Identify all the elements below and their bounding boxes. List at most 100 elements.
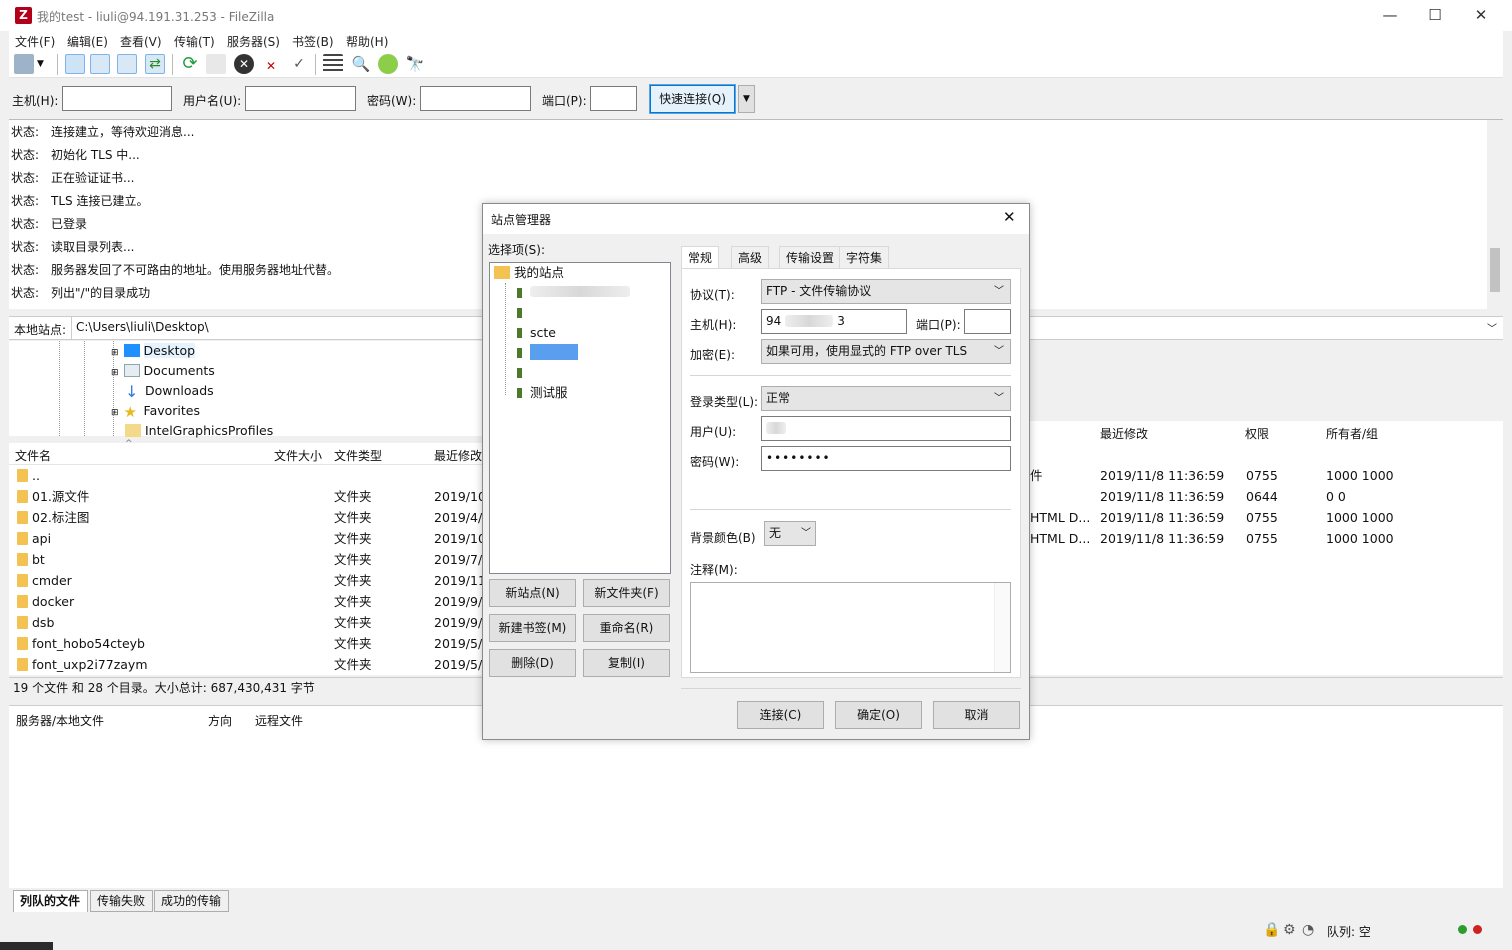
local-file-row[interactable]: .. [9,465,483,486]
quick-connect-button[interactable]: 快速连接(Q) [649,84,736,114]
remote-col-modified[interactable]: 最近修改 [1100,425,1148,442]
queue-col-direction[interactable]: 方向 [208,712,232,729]
remote-file-row[interactable]: 2019/11/8 11:36:59 0644 0 0 [1030,486,1503,507]
file-name: .. [32,468,40,483]
username-input[interactable] [245,86,356,111]
new-site-button[interactable]: 新站点(N) [489,579,576,607]
password-field[interactable]: •••••••• [761,446,1011,471]
local-file-row[interactable]: dsb 文件夹 2019/9/1 [9,612,483,633]
password-input[interactable] [420,86,531,111]
new-bookmark-button[interactable]: 新建书签(M) [489,614,576,642]
file-name: bt [32,552,45,567]
remote-col-owner[interactable]: 所有者/组 [1326,425,1378,442]
local-file-row[interactable]: api 文件夹 2019/10, [9,528,483,549]
site-folder-my-sites[interactable]: 我的站点 [494,263,564,283]
site-item[interactable] [517,283,630,303]
port-input[interactable] [590,86,637,111]
log-scrollbar[interactable] [1487,120,1503,310]
dialog-close-icon[interactable]: ✕ [1003,208,1016,226]
local-file-row[interactable]: docker 文件夹 2019/9/4 [9,591,483,612]
ok-button[interactable]: 确定(O) [835,701,922,729]
toggle-queue-icon[interactable]: ⇄ [145,54,165,74]
toggle-log-icon[interactable] [65,54,85,74]
local-file-row[interactable]: 02.标注图 文件夹 2019/4/1 [9,507,483,528]
user-field[interactable] [761,416,1011,441]
find-files-icon[interactable]: 🔭 [405,54,425,74]
remote-file-row[interactable]: 件 2019/11/8 11:36:59 0755 1000 1000 [1030,465,1503,486]
protocol-select[interactable]: FTP - 文件传输协议 ﹀ [761,279,1011,304]
quick-connect-dropdown-icon[interactable]: ▼ [738,85,755,113]
col-filename[interactable]: 文件名 [15,447,51,464]
toggle-remote-tree-icon[interactable] [117,54,137,74]
toggle-local-tree-icon[interactable] [90,54,110,74]
tab-transfer-settings[interactable]: 传输设置 [779,246,842,269]
log-row: 状态: 列出"/"的目录成功 [11,282,150,305]
disconnect-icon[interactable]: ✕ [261,54,281,74]
col-modified[interactable]: 最近修改 [434,447,482,464]
local-file-row[interactable]: bt 文件夹 2019/7/3 [9,549,483,570]
menu-help[interactable]: 帮助(H) [346,33,388,50]
minimize-button[interactable]: — [1370,4,1410,26]
site-item-scte[interactable]: scte [517,323,556,343]
log-row: 状态: 初始化 TLS 中... [11,144,140,167]
site-item[interactable] [517,363,530,383]
notes-label: 注释(M): [690,563,738,577]
remote-col-permissions[interactable]: 权限 [1245,425,1269,442]
local-path-input[interactable]: C:\Users\liuli\Desktop\ [71,317,491,339]
menu-file[interactable]: 文件(F) [15,33,55,50]
site-manager-dropdown-icon[interactable]: ▼ [37,54,49,74]
new-folder-button[interactable]: 新文件夹(F) [583,579,670,607]
host-input[interactable] [62,86,172,111]
logon-type-select[interactable]: 正常 ﹀ [761,386,1011,411]
site-manager-icon[interactable] [14,54,34,74]
reconnect-icon[interactable]: ✓ [289,54,309,74]
rename-button[interactable]: 重命名(R) [583,614,670,642]
local-file-row[interactable]: font_hobo54cteyb 文件夹 2019/5/2 [9,633,483,654]
col-filesize[interactable]: 文件大小 [274,447,322,464]
cancel-button[interactable]: 取消 [933,701,1020,729]
col-filetype[interactable]: 文件类型 [334,447,382,464]
tree-item-documents[interactable]: ⊞ Documents [111,361,215,381]
copy-button[interactable]: 复制(I) [583,649,670,677]
tab-queued-files[interactable]: 列队的文件 [13,890,88,912]
local-file-row[interactable]: cmder 文件夹 2019/11, [9,570,483,591]
tab-advanced[interactable]: 高级 [731,246,770,269]
encryption-select[interactable]: 如果可用，使用显式的 FTP over TLS ﹀ [761,339,1011,364]
remote-file-row[interactable]: HTML D... 2019/11/8 11:36:59 0755 1000 1000 [1030,528,1503,549]
connect-button[interactable]: 连接(C) [737,701,824,729]
tree-item-downloads[interactable]: ↓ Downloads [111,381,214,401]
tab-general[interactable]: 常规 [681,246,720,270]
tab-successful-transfers[interactable]: 成功的传输 [154,890,229,912]
local-file-row[interactable]: 01.源文件 文件夹 2019/10, [9,486,483,507]
menu-edit[interactable]: 编辑(E) [67,33,108,50]
menu-server[interactable]: 服务器(S) [227,33,280,50]
queue-col-remote[interactable]: 远程文件 [255,712,303,729]
close-button[interactable]: ✕ [1461,4,1501,26]
menu-transfer[interactable]: 传输(T) [174,33,215,50]
tree-item-desktop[interactable]: ⊞ Desktop [111,341,196,361]
tree-item-intelgraphicsprofiles[interactable]: IntelGraphicsProfiles [111,421,273,441]
menu-view[interactable]: 查看(V) [120,33,162,50]
tree-item-favorites[interactable]: ⊞ ★ Favorites [111,401,200,421]
local-file-row[interactable]: font_uxp2i77zaym 文件夹 2019/5/2 [9,654,483,675]
queue-col-file[interactable]: 服务器/本地文件 [16,712,104,729]
site-item-test-server[interactable]: 测试服 [517,383,568,403]
remote-path-dropdown-icon[interactable]: ﹀ [1487,320,1497,335]
cancel-operation-icon[interactable]: ✕ [234,54,254,74]
compare-icon[interactable]: 🔍 [351,54,371,74]
port-field[interactable] [964,309,1011,334]
sync-browsing-icon[interactable] [378,54,398,74]
delete-button[interactable]: 删除(D) [489,649,576,677]
tab-charset[interactable]: 字符集 [839,246,890,269]
notes-textarea[interactable] [690,582,1011,673]
background-color-select[interactable]: 无 ﹀ [764,521,816,546]
directory-filter-icon[interactable] [323,54,343,74]
site-item-selected[interactable] [517,343,578,363]
menu-bookmarks[interactable]: 书签(B) [292,33,334,50]
tab-failed-transfers[interactable]: 传输失败 [90,890,153,912]
site-item[interactable] [517,303,530,323]
remote-file-row[interactable]: HTML D... 2019/11/8 11:36:59 0755 1000 1000 [1030,507,1503,528]
process-queue-icon[interactable] [206,54,226,74]
maximize-button[interactable]: ☐ [1415,4,1455,26]
refresh-icon[interactable]: ⟳ [180,54,200,74]
